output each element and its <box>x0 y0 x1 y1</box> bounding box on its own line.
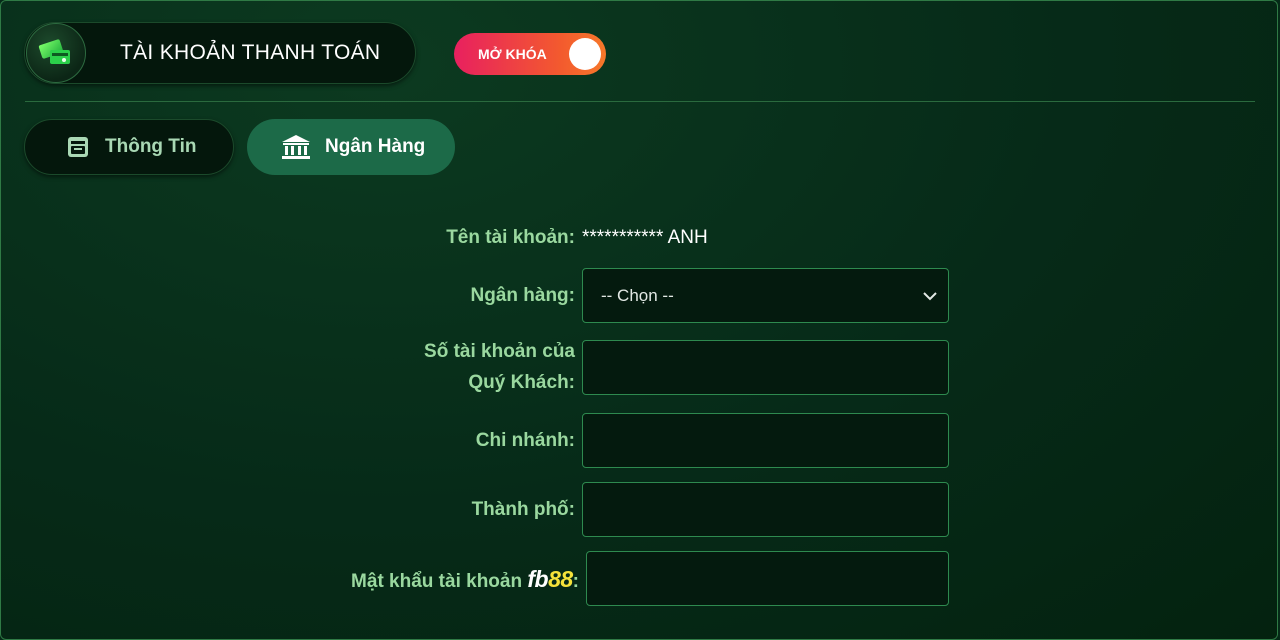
info-box-icon <box>67 136 89 158</box>
account-number-label-line1: Số tài khoản của <box>424 341 575 362</box>
bank-select[interactable]: -- Chọn -- <box>582 268 949 323</box>
header-divider <box>25 101 1255 102</box>
tab-info[interactable]: Thông Tin <box>24 119 234 175</box>
city-input[interactable] <box>582 482 949 537</box>
bank-icon <box>281 134 311 160</box>
password-label-colon: : <box>572 571 579 592</box>
account-name-label: Tên tài khoản: <box>446 227 575 248</box>
branch-label: Chi nhánh: <box>475 430 575 451</box>
unlock-toggle-label: MỞ KHÓA <box>478 46 547 62</box>
chevron-down-icon <box>922 288 938 309</box>
fb88-logo: fb88 <box>527 566 573 592</box>
page-title: TÀI KHOẢN THANH TOÁN <box>120 41 381 64</box>
city-label: Thành phố: <box>471 499 575 520</box>
branch-input[interactable] <box>582 413 949 468</box>
tab-info-label: Thông Tin <box>105 136 197 157</box>
account-number-label-line2: Quý Khách: <box>468 372 575 393</box>
account-password-input[interactable] <box>586 551 949 606</box>
account-name-value: *********** ANH <box>582 227 708 248</box>
bank-label: Ngân hàng: <box>470 285 576 306</box>
account-number-input[interactable] <box>582 340 949 395</box>
toggle-knob <box>569 38 601 70</box>
unlock-toggle[interactable]: MỞ KHÓA <box>454 33 606 75</box>
tab-bank[interactable]: Ngân Hàng <box>247 119 455 175</box>
fb88-logo-88: 88 <box>548 566 573 592</box>
tab-bank-label: Ngân Hàng <box>325 136 426 157</box>
bank-select-value: -- Chọn -- <box>601 286 674 305</box>
password-label-text: Mật khẩu tài khoản <box>351 571 523 592</box>
password-label: Mật khẩu tài khoản fb88: <box>351 564 579 597</box>
card-payment-icon <box>26 23 86 83</box>
fb88-logo-fb: fb <box>527 566 549 592</box>
